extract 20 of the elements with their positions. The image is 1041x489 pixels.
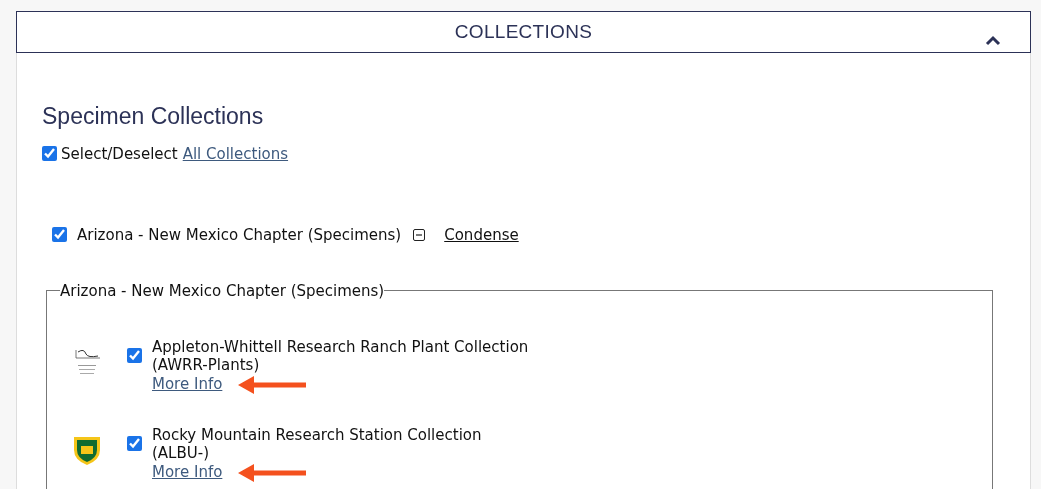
more-info-link[interactable]: More Info (152, 375, 223, 394)
collection-name: Appleton-Whittell Research Ranch Plant Collection (152, 337, 529, 357)
group-legend: Arizona - New Mexico Chapter (Specimens) (60, 281, 385, 300)
all-collections-link[interactable]: All Collections (182, 144, 289, 163)
chapter-label: Arizona - New Mexico Chapter (Specimens) (77, 225, 402, 244)
chevron-icon[interactable] (984, 34, 1002, 46)
checkbox[interactable] (52, 227, 67, 243)
collection-code: (AWRR-Plants) (152, 356, 261, 375)
checkbox[interactable] (127, 435, 142, 451)
section-header[interactable]: COLLECTIONS (16, 11, 1031, 53)
collection-name: Rocky Mountain Research Station Collection (152, 425, 482, 445)
collection-code: (ALBU-) (152, 444, 210, 463)
section-title: COLLECTIONS (454, 21, 593, 43)
minus-box-icon[interactable] (413, 228, 426, 241)
section-heading: Specimen Collections (42, 102, 265, 131)
select-label: Select/Deselect (61, 144, 178, 163)
checkbox[interactable] (127, 347, 142, 363)
condense-link[interactable]: Condense (444, 225, 519, 244)
more-info-link[interactable]: More Info (152, 463, 223, 482)
checkbox[interactable] (42, 146, 57, 162)
